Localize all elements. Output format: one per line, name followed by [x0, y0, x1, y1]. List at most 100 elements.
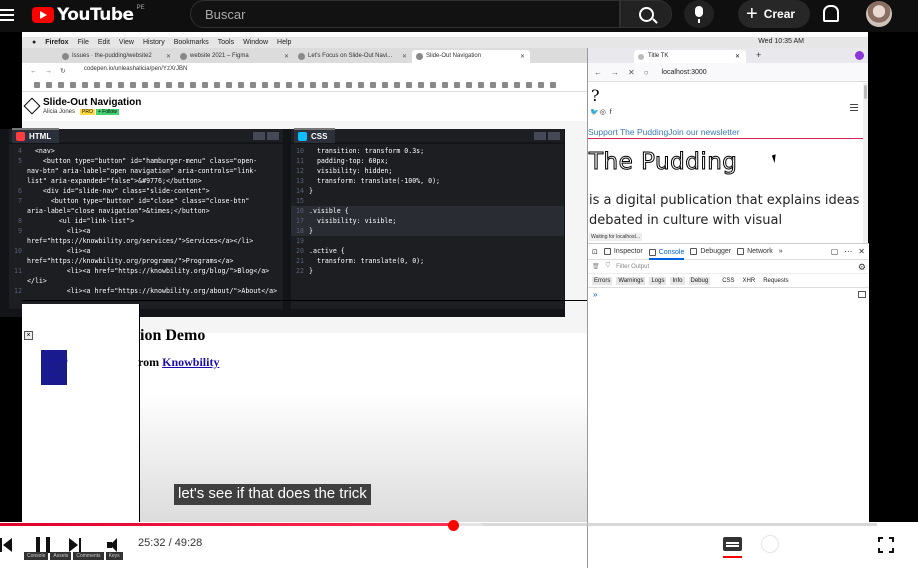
console-filter-input: Filter Output — [616, 263, 650, 270]
code-line: href="https://knowbility.org/services/">… — [9, 236, 283, 246]
code-text: visibility: hidden; — [309, 167, 393, 175]
code-line: 8 <ul id="link-list"> — [9, 216, 283, 226]
code-line: 12 <li><a href="https://knowbility.org/a… — [9, 286, 283, 296]
current-time: 25:32 — [138, 537, 166, 549]
miniplayer-icon[interactable] — [800, 538, 819, 552]
code-line: 22} — [291, 266, 564, 276]
video-player[interactable]: ● Firefox File Edit View History Bookmar… — [0, 32, 918, 568]
codepen-logo-icon — [23, 97, 41, 115]
apple-icon: ● — [32, 39, 37, 46]
footer-comments-button: Comments — [73, 552, 104, 560]
code-line: 11 <li><a href="https://knowbility.org/b… — [9, 266, 283, 276]
filter-requests: Requests — [763, 277, 789, 284]
filter-icon: ⛉ — [605, 263, 611, 269]
level-errors: Errors — [592, 276, 613, 285]
line-number: 13 — [296, 177, 304, 185]
code-line: 15 — [291, 196, 564, 206]
menu-window: Window — [243, 39, 269, 46]
code-line: 16 .visible { — [291, 206, 564, 216]
stop-icon: ✕ — [628, 67, 635, 77]
pen-author: Alicia Jones — [43, 109, 76, 115]
progress-bar[interactable] — [0, 520, 918, 531]
codepen-footer-buttons: Console Assets Comments Keys — [24, 552, 123, 560]
browser-tab-strip: Issues · the-pudding/website2 ✕ website 2… — [22, 48, 587, 63]
code-text: href="https://knowbility.org/programs/">… — [27, 257, 234, 265]
theater-mode-icon[interactable] — [840, 540, 856, 550]
code-text: } — [309, 227, 313, 235]
reload-icon: ↻ — [60, 68, 66, 75]
nav-link-list: Services Programs Blog About Contact — [41, 350, 68, 385]
code-text: <nav> — [27, 147, 55, 155]
page-menu-icon — [850, 104, 858, 112]
code-line: 10 transition: transform 0.3s; — [291, 146, 564, 156]
volume-icon[interactable] — [107, 538, 123, 552]
notifications-bell-icon[interactable] — [822, 5, 839, 22]
slide-nav-panel: × Services Programs Blog About Contact — [22, 304, 140, 522]
youtube-masthead: YouTube PE Buscar + Crear — [0, 0, 918, 32]
code-text: .active { — [309, 247, 345, 255]
code-text: href="https://knowbility.org/services/">… — [27, 237, 254, 245]
element-picker-icon: ⊡ — [592, 248, 598, 256]
more-options-icon: ⋯ — [844, 247, 853, 256]
forward-arrow-icon: → — [45, 67, 52, 75]
codepen-editors: HTML 4 <nav> 5 <button type="button" id="… — [0, 128, 565, 317]
site-title: The Pudding — [588, 149, 738, 176]
line-number: 18 — [296, 227, 304, 235]
dock-icon: ▢ — [830, 247, 839, 256]
avatar[interactable] — [866, 1, 892, 27]
pause-icon[interactable] — [36, 537, 50, 553]
support-newsletter-links: Support The PuddingJoin our newsletter — [588, 127, 864, 139]
devtools-tabbar: ⊡ Inspector Console Debugger Network » ▢… — [588, 244, 869, 260]
level-info: Info — [670, 276, 685, 285]
code-text: transform: translate(0, 0); — [309, 257, 425, 265]
macos-menubar: ● Firefox File Edit View History Bookmar… — [22, 37, 868, 48]
line-number: 19 — [296, 237, 304, 245]
html-icon — [16, 132, 25, 141]
devtools-panel: ⊡ Inspector Console Debugger Network » ▢… — [588, 243, 869, 568]
next-icon[interactable] — [69, 538, 81, 552]
fullscreen-icon[interactable] — [878, 537, 894, 553]
progress-played — [0, 523, 453, 526]
console-level-filters: Errors Warnings Logs Info Debug CSS XHR … — [588, 274, 869, 288]
line-number: 22 — [296, 267, 304, 275]
code-text: <li><a href="https://knowbility.org/blog… — [27, 267, 270, 275]
create-button[interactable]: + Crear — [738, 0, 810, 28]
line-number: 11 — [296, 157, 304, 165]
html-editor-tab: HTML — [12, 128, 60, 143]
settings-gear-icon[interactable] — [762, 536, 778, 552]
player-controls: 25:32 / 49:28 — [0, 530, 918, 568]
localhost-browser-window: Title TK ✕ + ← → ✕ ○ localhost:3000 ? 🐦◎ … — [587, 48, 869, 568]
tab-debugger: Debugger — [690, 248, 731, 255]
pudding-logo-icon: ? — [591, 86, 600, 105]
menu-file: File — [77, 39, 89, 46]
code-text: <ul id="link-list"> — [27, 217, 135, 225]
code-text: nav-btn" aria-label="open navigation" ar… — [27, 167, 258, 175]
line-number: 20 — [296, 247, 304, 255]
hamburger-menu-icon[interactable] — [0, 7, 14, 21]
code-line: 4 <nav> — [9, 146, 283, 156]
demo-subtitle: rom Knowbility — [138, 355, 219, 370]
footer-assets-button: Assets — [50, 552, 72, 560]
menu-bookmarks: Bookmarks — [173, 39, 209, 46]
search-input[interactable]: Buscar — [190, 0, 620, 28]
duration: 49:28 — [174, 537, 203, 549]
css-editor: CSS 10 transition: transform 0.3s; 11 pad… — [291, 128, 564, 309]
back-arrow-icon: ← — [30, 67, 37, 75]
menu-tools: Tools — [217, 39, 235, 46]
line-number — [9, 206, 27, 216]
code-text: aria-label="close navigation">&times;</b… — [27, 207, 210, 215]
code-text: transform: translate(-100%, 0); — [309, 177, 441, 185]
gear-icon: ⚙ — [857, 262, 866, 272]
previous-icon[interactable] — [0, 538, 12, 552]
microphone-icon[interactable] — [684, 0, 714, 28]
subtitles-icon[interactable] — [723, 537, 742, 551]
search-icon[interactable] — [620, 0, 672, 28]
code-line: 10 <li><a — [9, 246, 283, 256]
youtube-logo[interactable]: YouTube PE — [32, 5, 145, 25]
new-tab-icon: + — [756, 50, 762, 60]
page-scrollbar — [863, 83, 868, 243]
plus-icon: + — [746, 3, 758, 25]
css-editor-tab: CSS — [294, 128, 336, 143]
code-line: 19 — [291, 236, 564, 246]
code-line: nav-btn" aria-label="open navigation" ar… — [9, 166, 283, 176]
